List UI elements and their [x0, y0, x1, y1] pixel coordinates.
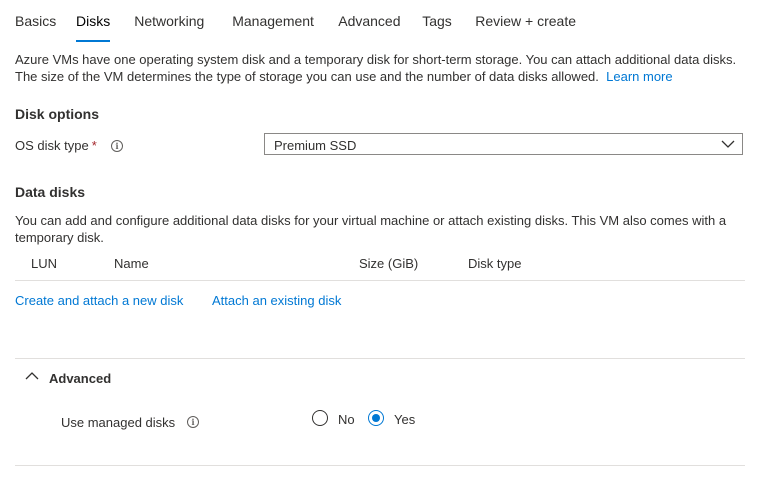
tab-basics[interactable]: Basics — [15, 0, 76, 42]
attach-existing-disk-link[interactable]: Attach an existing disk — [212, 293, 341, 308]
advanced-bottom-divider — [15, 465, 745, 466]
managed-disks-info-icon[interactable]: i — [187, 416, 199, 428]
tab-management[interactable]: Management — [232, 0, 338, 42]
tab-advanced[interactable]: Advanced — [338, 0, 422, 42]
column-header-size: Size (GiB) — [359, 256, 419, 271]
radio-no[interactable] — [312, 410, 328, 426]
advanced-top-divider — [15, 358, 745, 359]
os-disk-type-label-row: OS disk type * — [15, 138, 97, 153]
data-disks-description: You can add and configure additional dat… — [15, 213, 727, 245]
use-managed-disks-label: Use managed disks — [61, 415, 176, 430]
radio-yes-label[interactable]: Yes — [394, 412, 415, 427]
tab-review-create[interactable]: Review + create — [475, 0, 576, 42]
tab-bar: Basics Disks Networking Management Advan… — [15, 0, 576, 42]
tab-tags[interactable]: Tags — [422, 0, 475, 42]
radio-yes[interactable] — [368, 410, 384, 426]
disk-options-heading: Disk options — [15, 106, 100, 122]
data-disks-heading: Data disks — [15, 184, 86, 200]
chevron-down-icon — [721, 140, 735, 148]
tab-networking[interactable]: Networking — [134, 0, 232, 42]
column-header-disk-type: Disk type — [468, 256, 522, 271]
intro-text: Azure VMs have one operating system disk… — [15, 51, 745, 85]
tab-disks[interactable]: Disks — [76, 0, 111, 42]
column-header-lun: LUN — [31, 256, 58, 271]
create-attach-disk-link[interactable]: Create and attach a new disk — [15, 293, 183, 308]
column-header-name: Name — [114, 256, 149, 271]
os-disk-type-label: OS disk type — [15, 138, 89, 153]
learn-more-link[interactable]: Learn more — [606, 69, 672, 84]
radio-no-label[interactable]: No — [338, 412, 355, 427]
required-marker: * — [91, 138, 97, 153]
table-divider — [15, 280, 745, 281]
radio-yes-selected-dot — [372, 414, 380, 422]
os-disk-type-select[interactable]: Premium SSD — [264, 133, 743, 155]
os-disk-type-value: Premium SSD — [274, 138, 357, 153]
chevron-up-icon[interactable] — [24, 370, 40, 382]
info-icon[interactable]: i — [111, 140, 123, 152]
advanced-section-toggle[interactable]: Advanced — [49, 371, 111, 386]
